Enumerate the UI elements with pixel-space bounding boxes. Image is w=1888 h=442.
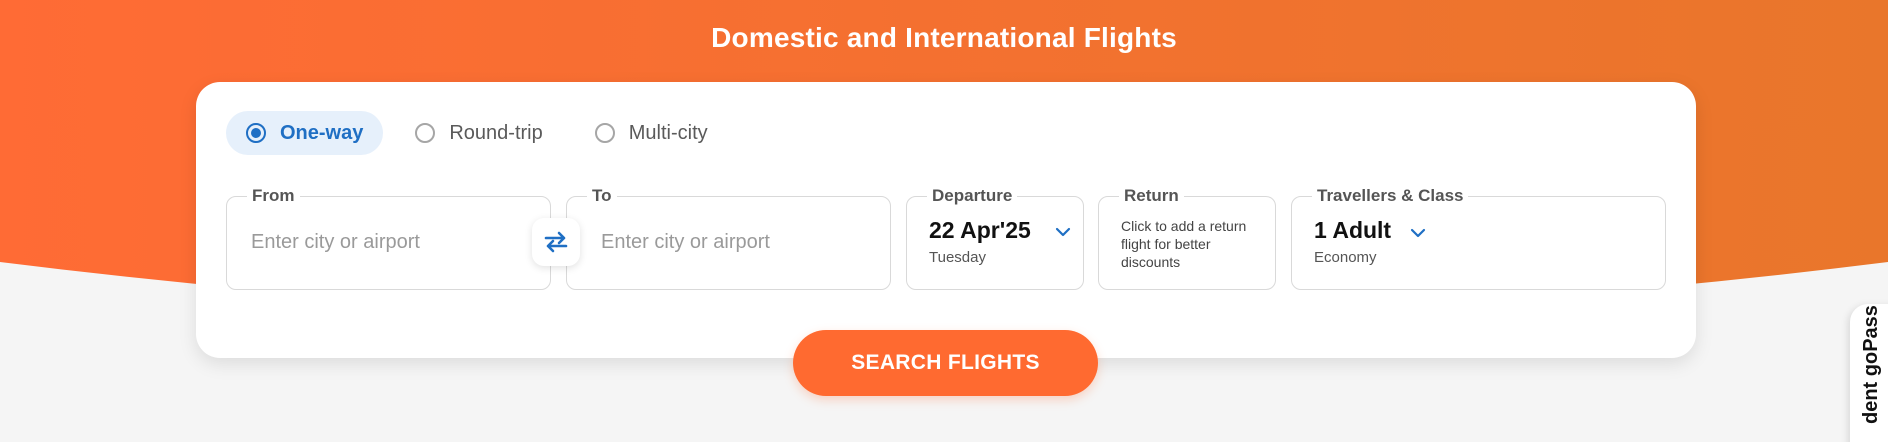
return-field[interactable]: Return Click to add a return flight for … (1098, 186, 1276, 290)
departure-day: Tuesday (929, 249, 986, 266)
flight-search-card: One-way Round-trip Multi-city From Enter… (196, 82, 1696, 358)
swap-button[interactable] (532, 218, 580, 266)
travellers-count: 1 Adult (1314, 217, 1392, 243)
trip-type-selector: One-way Round-trip Multi-city (226, 111, 740, 155)
chevron-down-icon (1410, 228, 1426, 238)
trip-type-multi-city[interactable]: Multi-city (575, 111, 728, 155)
trip-type-label: Multi-city (628, 121, 708, 144)
radio-selected-icon (246, 123, 266, 143)
travellers-class-label: Travellers & Class (1312, 186, 1469, 206)
travel-class: Economy (1314, 249, 1377, 266)
trip-type-one-way[interactable]: One-way (226, 111, 384, 155)
to-field[interactable]: To Enter city or airport (566, 186, 891, 290)
radio-unselected-icon (594, 123, 615, 143)
from-field[interactable]: From Enter city or airport (226, 186, 551, 290)
travellers-class-field[interactable]: Travellers & Class 1 Adult Economy (1291, 186, 1666, 290)
page-title: Domestic and International Flights (711, 22, 1177, 53)
return-hint: Click to add a return flight for better … (1121, 218, 1247, 270)
search-flights-button[interactable]: SEARCH FLIGHTS (793, 330, 1098, 396)
from-label: From (247, 186, 300, 206)
to-label: To (587, 186, 617, 206)
departure-label: Departure (927, 186, 1018, 206)
to-placeholder: Enter city or airport (601, 231, 770, 253)
departure-date: 22 Apr'25 (929, 217, 1031, 243)
trip-type-label: Round-trip (449, 121, 543, 144)
from-placeholder: Enter city or airport (251, 231, 420, 253)
trip-type-label: One-way (280, 121, 364, 144)
chevron-down-icon (1055, 227, 1071, 237)
radio-unselected-icon (415, 123, 436, 143)
departure-field[interactable]: Departure 22 Apr'25 Tuesday (906, 186, 1084, 290)
swap-arrows-icon (544, 231, 568, 253)
trip-type-round-trip[interactable]: Round-trip (395, 111, 562, 155)
return-label: Return (1119, 186, 1184, 206)
gopass-side-tab[interactable]: dent goPass (1850, 304, 1888, 442)
side-tab-label: dent goPass (1860, 305, 1882, 424)
